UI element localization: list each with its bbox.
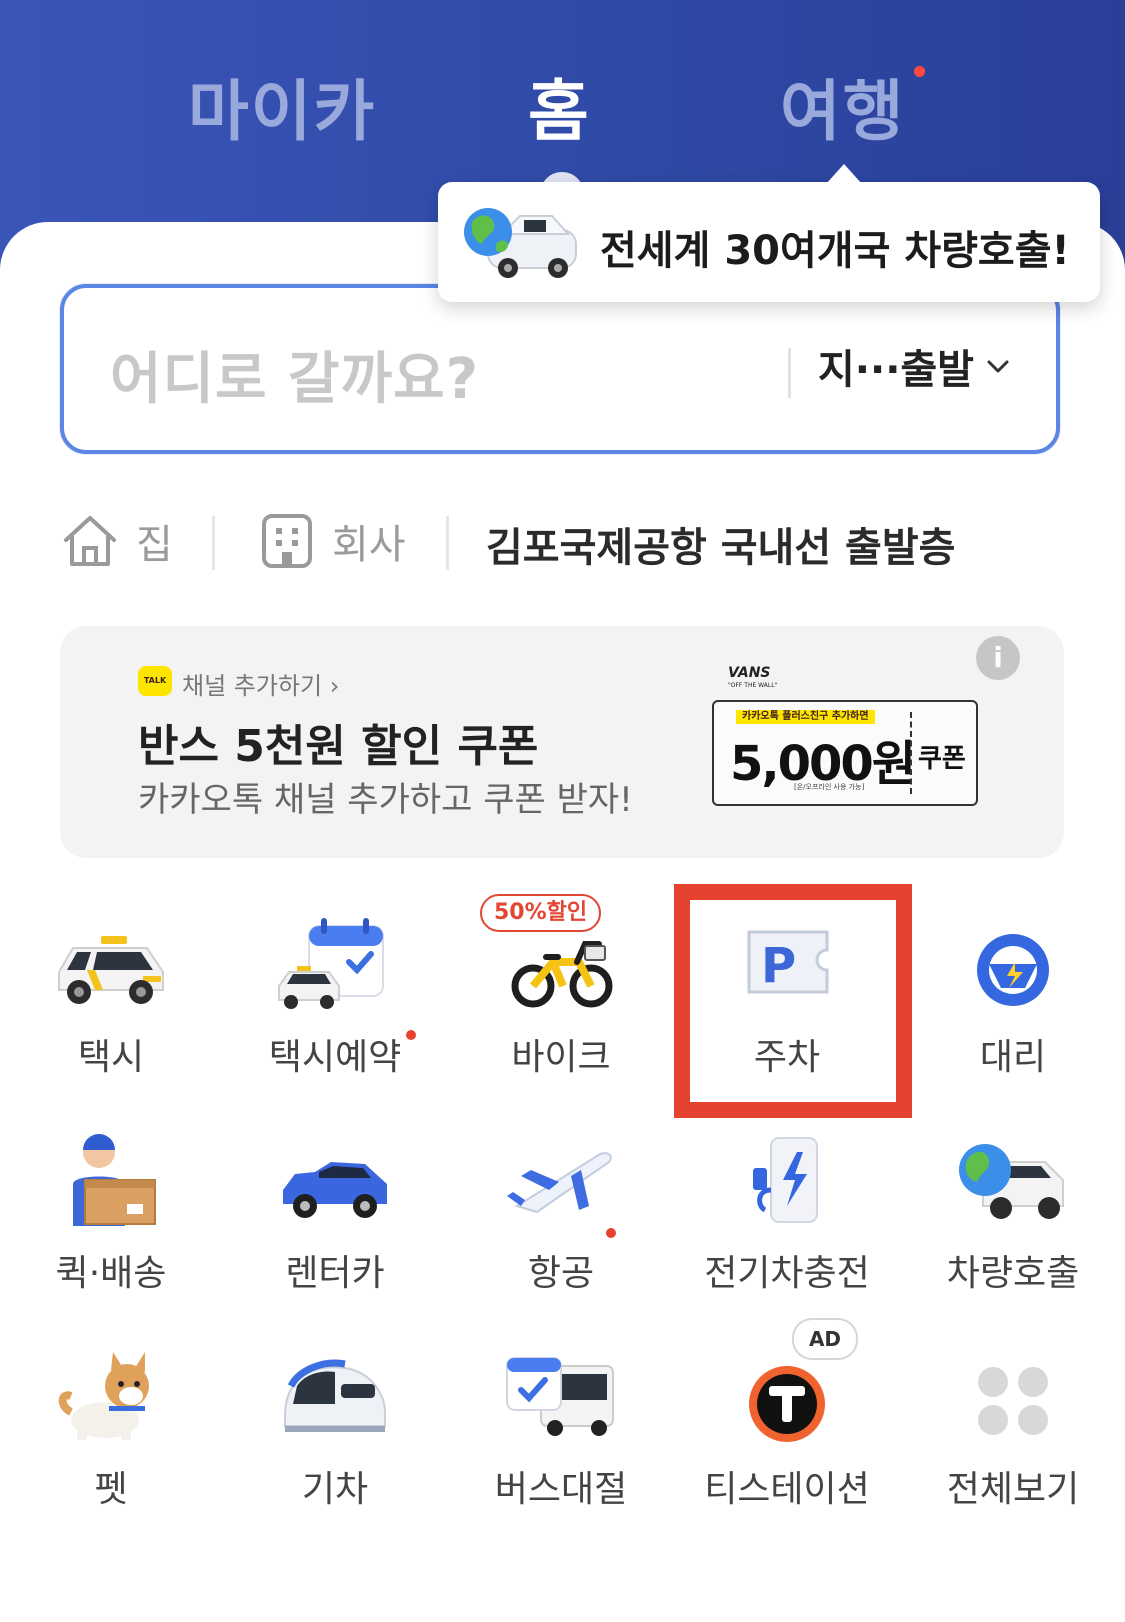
- parking-icon: P: [747, 930, 829, 994]
- view-all-icon: [978, 1367, 1048, 1435]
- service-bike[interactable]: 50%할인 바이크: [466, 884, 656, 1084]
- service-bus-charter[interactable]: 버스대절: [466, 1316, 656, 1516]
- shortcut-divider: [212, 516, 215, 570]
- vans-tagline: "OFF THE WALL": [728, 682, 778, 689]
- tab-travel[interactable]: 여행: [780, 58, 905, 154]
- shortcut-home-label: 집: [136, 522, 173, 568]
- building-icon: [262, 514, 312, 568]
- service-label: 펫: [94, 1469, 128, 1510]
- service-driver[interactable]: 대리: [918, 884, 1108, 1084]
- service-label: 버스대절: [494, 1469, 628, 1510]
- vans-logo: VANS: [728, 665, 771, 681]
- service-view-all[interactable]: 전체보기: [918, 1316, 1108, 1516]
- search-placeholder[interactable]: 어디로 갈까요?: [110, 334, 479, 415]
- service-label: 티스테이션: [704, 1469, 870, 1510]
- shortcut-recent-place[interactable]: 김포국제공항 국내선 출발층: [486, 515, 955, 573]
- service-taxi-reservation[interactable]: 택시예약: [240, 884, 430, 1084]
- depart-location-select[interactable]: 지···출발: [818, 336, 1012, 396]
- destination-search[interactable]: 어디로 갈까요? 지···출발: [60, 284, 1060, 454]
- discount-badge: 50%할인: [480, 894, 602, 932]
- dog-icon: [58, 1352, 149, 1440]
- new-dot: [406, 1030, 416, 1040]
- search-divider: [788, 348, 791, 398]
- coupon-header: 카카오톡 플러스친구 추가하면: [736, 710, 875, 724]
- depart-location-label: 지···출발: [818, 347, 974, 393]
- tab-mycar[interactable]: 마이카: [188, 58, 376, 154]
- promo-banner[interactable]: TALK 채널 추가하기 › 반스 5천원 할인 쿠폰 카카오톡 채널 추가하고…: [60, 626, 1064, 858]
- steering-wheel-icon: [977, 934, 1049, 1006]
- service-label: 대리: [979, 1037, 1047, 1078]
- service-train[interactable]: 기차: [240, 1316, 430, 1516]
- service-label: 택시: [77, 1037, 145, 1078]
- service-courier[interactable]: 퀵·배송: [16, 1100, 206, 1300]
- service-label: 택시예약: [268, 1037, 402, 1078]
- shortcut-divider: [446, 516, 449, 570]
- service-label: 전체보기: [946, 1469, 1080, 1510]
- service-label: 주차: [753, 1037, 821, 1078]
- service-label: 항공: [527, 1253, 595, 1294]
- train-icon: [284, 1359, 386, 1432]
- service-ev-charging[interactable]: 전기차충전: [692, 1100, 882, 1300]
- coupon-note: [온/오프라인 사용 가능]: [794, 783, 865, 791]
- service-rental-car[interactable]: 렌터카: [240, 1100, 430, 1300]
- ad-badge: AD: [792, 1318, 858, 1360]
- banner-title: 반스 5천원 할인 쿠폰: [138, 721, 539, 772]
- shortcut-work[interactable]: 회사: [258, 512, 406, 570]
- bus-icon: [506, 1357, 614, 1436]
- coupon-perforation: [910, 712, 912, 794]
- shortcut-work-label: 회사: [332, 522, 406, 568]
- travel-tooltip[interactable]: 전세계 30여개국 차량호출!: [438, 182, 1100, 302]
- t-station-icon: [749, 1366, 825, 1442]
- service-label: 기차: [301, 1469, 369, 1510]
- shortcut-home[interactable]: 집: [60, 512, 173, 570]
- tooltip-text: 전세계 30여개국 차량호출!: [600, 228, 1070, 274]
- airplane-icon: [507, 1152, 612, 1214]
- ev-charger-icon: [753, 1137, 818, 1223]
- travel-new-dot: [914, 66, 925, 77]
- coupon-kind: 쿠폰: [918, 744, 966, 774]
- banner-subtitle: 카카오톡 채널 추가하고 쿠폰 받자!: [138, 780, 633, 820]
- service-label: 퀵·배송: [55, 1253, 167, 1294]
- tab-home[interactable]: 홈: [528, 58, 591, 154]
- rental-car-icon: [283, 1162, 387, 1218]
- service-pet[interactable]: 펫: [16, 1316, 206, 1516]
- info-icon[interactable]: i: [976, 636, 1020, 680]
- globe-car-icon: [464, 208, 577, 278]
- taxi-reservation-icon: [278, 918, 384, 1009]
- courier-icon: [73, 1134, 156, 1226]
- globe-car-icon: [959, 1144, 1064, 1219]
- service-airline[interactable]: 항공: [466, 1100, 656, 1300]
- house-icon: [64, 516, 116, 566]
- service-label: 렌터카: [285, 1253, 385, 1294]
- tooltip-arrow: [826, 164, 862, 184]
- service-global-ride[interactable]: 차량호출: [918, 1100, 1108, 1300]
- svg-text:P: P: [761, 938, 796, 994]
- coupon-image: 카카오톡 플러스친구 추가하면 5,000원 쿠폰 [온/오프라인 사용 가능]: [712, 700, 978, 806]
- service-label: 차량호출: [946, 1253, 1080, 1294]
- service-taxi[interactable]: 택시: [16, 884, 206, 1084]
- top-tabs: 마이카 홈 여행: [0, 58, 1125, 150]
- service-label: 전기차충전: [704, 1253, 870, 1294]
- service-parking[interactable]: P 주차: [692, 884, 882, 1084]
- banner-channel-link[interactable]: 채널 추가하기 ›: [182, 666, 339, 701]
- service-label: 바이크: [511, 1037, 611, 1078]
- taxi-icon: [58, 936, 164, 1004]
- kakaotalk-icon: TALK: [138, 666, 172, 696]
- chevron-down-icon: [987, 360, 1009, 373]
- service-t-station[interactable]: AD 티스테이션: [692, 1316, 882, 1516]
- new-dot: [606, 1228, 616, 1238]
